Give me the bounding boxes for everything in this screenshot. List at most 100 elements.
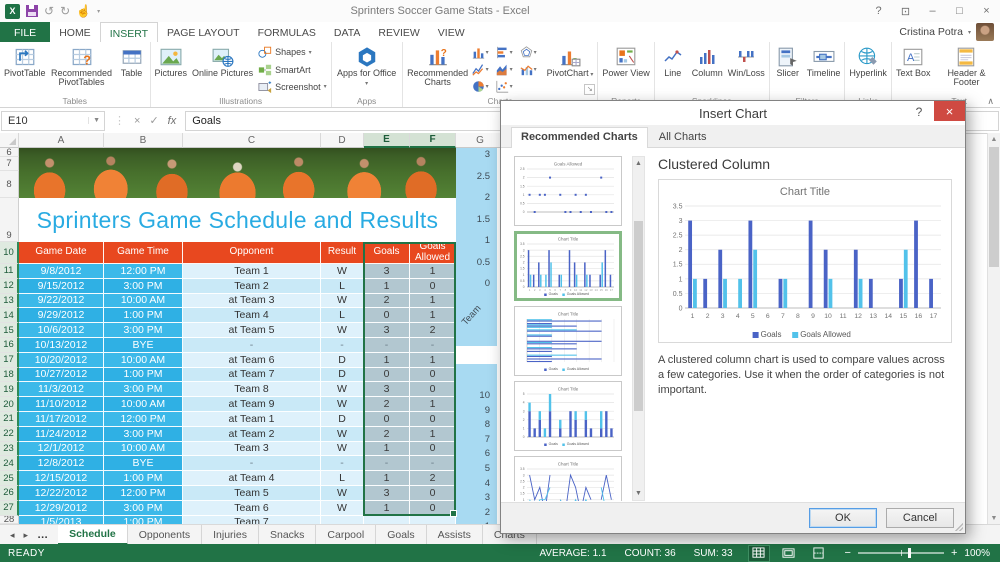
row-header-25[interactable]: 25 [0,471,19,486]
grid-cell[interactable]: - [183,456,321,471]
grid-cell[interactable]: 3:00 PM [104,501,183,516]
chart-thumbnail-clustered-bar[interactable]: Chart TitleGoalsGoals Allowed [514,306,622,376]
grid-cell[interactable]: 9/15/2012 [19,279,104,294]
grid-cell[interactable]: W [321,397,364,412]
grid-cell[interactable]: 9/8/2012 [19,264,104,279]
undo-icon[interactable]: ↺ [44,5,54,17]
grid-cell[interactable]: 3:00 PM [104,427,183,442]
grid-cell[interactable]: 1 [364,353,410,368]
grid-cell[interactable] [410,516,456,524]
grid-cell[interactable]: 12/29/2012 [19,501,104,516]
column-header-e[interactable]: E [364,133,410,148]
insert-combo-chart-button[interactable]: ▾ [520,61,544,78]
row-header-15[interactable]: 15 [0,323,19,338]
row-header-19[interactable]: 19 [0,382,19,397]
grid-cell[interactable]: 2 [364,427,410,442]
grid-cell[interactable]: Team 1 [183,264,321,279]
insert-column-chart-button[interactable]: ▾ [472,44,496,61]
row-header-26[interactable]: 26 [0,486,19,501]
grid-cell[interactable]: 12/8/2012 [19,456,104,471]
grid-cell[interactable]: 1:00 PM [104,471,183,486]
grid-cell[interactable]: 0 [410,279,456,294]
grid-cell[interactable]: - [183,338,321,353]
ribbon-options-icon[interactable]: ⊡ [892,1,919,21]
grid-cell[interactable]: 11/3/2012 [19,382,104,397]
ribbon-tab-view[interactable]: VIEW [429,22,474,42]
shapes-button[interactable]: Shapes▾ [256,44,329,60]
zoom-level[interactable]: 100% [964,548,990,559]
grid-cell[interactable]: 0 [364,412,410,427]
row-header-24[interactable]: 24 [0,456,19,471]
page-break-preview-icon[interactable] [809,546,829,561]
zoom-out-icon[interactable]: − [845,548,851,559]
grid-cell[interactable]: 3 [364,486,410,501]
row-header-20[interactable]: 20 [0,397,19,412]
grid-cell[interactable]: Team 8 [183,382,321,397]
scroll-up-icon[interactable]: ▲ [633,157,644,170]
column-header-f[interactable]: F [410,133,456,148]
dialog-launcher-icon[interactable]: ↘ [584,84,595,95]
grid-cell[interactable]: 3:00 PM [104,279,183,294]
grid-cell[interactable]: at Team 2 [183,427,321,442]
grid-cell[interactable]: W [321,323,364,338]
grid-cell[interactable]: 1/5/2013 [19,516,104,524]
sheet-tab-assists[interactable]: Assists [427,525,483,545]
dialog-tab-recommended-charts[interactable]: Recommended Charts [511,127,648,148]
grid-cell[interactable]: 1 [410,264,456,279]
insert-line-chart-button[interactable]: ▾ [472,61,496,78]
text-box-button[interactable]: AText Box [894,43,933,96]
column-header-g[interactable]: G [456,133,505,148]
row-header-16[interactable]: 16 [0,338,19,353]
sheet-more-icon[interactable]: … [37,529,48,541]
dialog-tab-all-charts[interactable]: All Charts [649,127,717,147]
header-cell-result[interactable]: Result [321,242,364,264]
smartart-button[interactable]: SmartArt [256,62,329,78]
grid-cell[interactable]: Team 6 [183,501,321,516]
row-header-22[interactable]: 22 [0,427,19,442]
enter-icon[interactable]: ✓ [149,114,158,127]
avatar[interactable] [976,23,994,41]
dialog-close-icon[interactable]: × [934,101,965,121]
grid-cell[interactable]: 1:00 PM [104,308,183,323]
qat-customize-icon[interactable]: ▾ [97,8,100,15]
grid-cell[interactable]: 0 [410,442,456,457]
pivottable-button[interactable]: PivotTable [2,43,48,96]
sheet-tab-injuries[interactable]: Injuries [202,525,259,545]
grid-cell[interactable]: 11/24/2012 [19,427,104,442]
grid-cell[interactable]: L [321,471,364,486]
zoom-slider[interactable] [858,552,944,554]
grid-cell[interactable]: 1 [410,308,456,323]
power-view-button[interactable]: Power View [600,43,651,96]
table-button[interactable]: Table [116,43,148,96]
grid-cell[interactable]: 0 [410,382,456,397]
row-header-10[interactable]: 10 [0,242,19,264]
header-cell-goals[interactable]: Goals [364,242,410,264]
grid-cell[interactable]: 12:00 PM [104,264,183,279]
win-loss-button[interactable]: Win/Loss [726,43,767,96]
grid-cell[interactable]: 1 [364,501,410,516]
insert-radar-chart-button[interactable]: ▾ [520,44,544,61]
resize-grip[interactable] [955,523,963,531]
grid-cell[interactable]: W [321,264,364,279]
grid-cell[interactable]: 1 [364,442,410,457]
grid-cell[interactable]: 1:00 PM [104,516,183,524]
grid-cell[interactable]: 0 [410,368,456,383]
grid-cell[interactable]: - [410,456,456,471]
row-header-17[interactable]: 17 [0,353,19,368]
header-cell-goals-allowed[interactable]: Goals Allowed [410,242,456,264]
ok-button[interactable]: OK [809,508,877,528]
grid-cell[interactable]: W [321,382,364,397]
grid-cell[interactable]: - [321,338,364,353]
ribbon-tab-data[interactable]: DATA [325,22,369,42]
grid-cell[interactable]: 12:00 PM [104,412,183,427]
recommended-pivottables-button[interactable]: ?Recommended PivotTables [49,43,115,96]
grid-cell[interactable]: at Team 6 [183,353,321,368]
grid-cell[interactable]: BYE [104,338,183,353]
grid-cell[interactable]: W [321,442,364,457]
row-header-23[interactable]: 23 [0,442,19,457]
header-footer-button[interactable]: Header & Footer [933,43,999,96]
grid-cell[interactable]: 3:00 PM [104,382,183,397]
grid-cell[interactable]: 2 [364,397,410,412]
recommended-charts-button[interactable]: ?Recommended Charts [405,43,471,96]
grid-cell[interactable] [364,516,410,524]
